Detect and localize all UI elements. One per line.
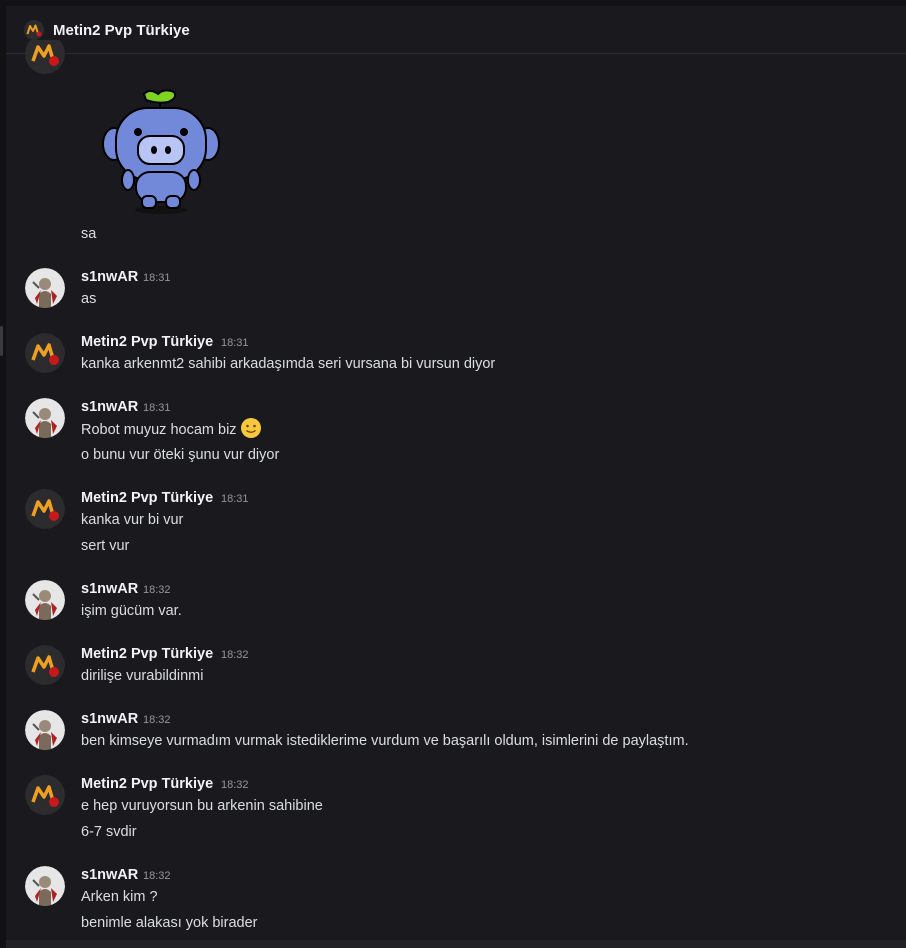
message-timestamp[interactable]: 18:32: [143, 714, 171, 726]
message-text: ben kimseye vurmadım vurmak istediklerim…: [81, 733, 689, 749]
metin2-logo-icon: [25, 645, 65, 685]
avatar[interactable]: [25, 489, 65, 529]
message-author[interactable]: Metin2 Pvp Türkiye: [81, 776, 213, 792]
avatar[interactable]: [25, 268, 65, 308]
message-timestamp[interactable]: 18:32: [221, 779, 249, 791]
message-timestamp[interactable]: 18:31: [221, 493, 249, 505]
message-text: e hep vuruyorsun bu arkenin sahibine: [81, 798, 323, 814]
message-text: as: [81, 291, 96, 307]
scrollbar-thumb[interactable]: [0, 326, 3, 356]
metin2-logo-icon: [25, 489, 65, 529]
message-text-content: işim gücüm var.: [81, 603, 182, 619]
avatar[interactable]: [25, 710, 65, 750]
message-text: Arken kim ?: [81, 889, 158, 905]
metin2-logo-icon: [25, 775, 65, 815]
message-text-content: kanka vur bi vur: [81, 512, 184, 528]
metin2-logo-icon: [25, 40, 65, 74]
message-author[interactable]: Metin2 Pvp Türkiye: [81, 646, 213, 662]
wumpus-icon: [102, 89, 220, 214]
message-text: işim gücüm var.: [81, 603, 182, 619]
message-text: Robot muyuz hocam biz: [81, 418, 262, 439]
message-text: o bunu vur öteki şunu vur diyor: [81, 447, 279, 463]
message-text-content: o bunu vur öteki şunu vur diyor: [81, 447, 280, 463]
message-text: 6-7 svdir: [81, 824, 137, 840]
message-text: kanka vur bi vur: [81, 512, 183, 528]
warrior-avatar-icon: [25, 268, 65, 308]
message-author[interactable]: Metin2 Pvp Türkiye: [81, 334, 213, 350]
message-author[interactable]: s1nwAR: [81, 711, 138, 727]
warrior-avatar-icon: [25, 710, 65, 750]
message-text-content: kanka arkenmt2 sahibi arkadaşımda seri v…: [81, 356, 496, 372]
message-text-content: 6-7 svdir: [81, 824, 137, 840]
avatar[interactable]: [25, 398, 65, 438]
wumpus-sticker[interactable]: [98, 86, 224, 216]
message-author[interactable]: s1nwAR: [81, 581, 138, 597]
avatar[interactable]: [25, 40, 65, 74]
metin2-logo-icon: [25, 333, 65, 373]
message-text-content: Arken kim ?: [81, 889, 158, 905]
channel-title: Metin2 Pvp Türkiye: [53, 22, 190, 39]
message-text-content: ben kimseye vurmadım vurmak istediklerim…: [81, 733, 689, 749]
avatar[interactable]: [25, 775, 65, 815]
message-text-content: benimle alakası yok birader: [81, 915, 258, 931]
message-text-content: Robot muyuz hocam biz: [81, 421, 237, 438]
message-timestamp[interactable]: 18:31: [143, 272, 171, 284]
message-timestamp[interactable]: 18:32: [221, 649, 249, 661]
message-timestamp[interactable]: 18:31: [143, 402, 171, 414]
message-text: kanka arkenmt2 sahibi arkadaşımda seri v…: [81, 356, 495, 372]
warrior-avatar-icon: [25, 580, 65, 620]
message-text-content: dirilişe vurabildinmi: [81, 668, 204, 684]
message-timestamp[interactable]: 18:32: [143, 870, 171, 882]
server-list-edge: [0, 6, 6, 948]
message-timestamp[interactable]: 18:32: [143, 584, 171, 596]
message-author[interactable]: Metin2 Pvp Türkiye: [81, 490, 213, 506]
avatar[interactable]: [25, 333, 65, 373]
message-input-bar[interactable]: [6, 940, 906, 948]
message-text-content: as: [81, 291, 97, 307]
channel-header: Metin2 Pvp Türkiye: [6, 6, 906, 54]
channel-avatar[interactable]: [24, 20, 44, 40]
message-text: benimle alakası yok birader: [81, 915, 258, 931]
slightly-smiling-face-emoji: [240, 418, 261, 438]
message-author[interactable]: s1nwAR: [81, 867, 138, 883]
avatar[interactable]: [25, 580, 65, 620]
warrior-avatar-icon: [25, 866, 65, 906]
message-text-content: e hep vuruyorsun bu arkenin sahibine: [81, 798, 323, 814]
message-text-content: sert vur: [81, 538, 130, 554]
avatar[interactable]: [25, 866, 65, 906]
avatar[interactable]: [25, 645, 65, 685]
message-timestamp[interactable]: 18:31: [221, 337, 249, 349]
message-text: sert vur: [81, 538, 129, 554]
message-author[interactable]: s1nwAR: [81, 269, 138, 285]
message-author[interactable]: s1nwAR: [81, 399, 138, 415]
metin2-logo-icon: [24, 20, 44, 40]
message-text: dirilişe vurabildinmi: [81, 668, 204, 684]
message-text: sa: [81, 226, 97, 242]
warrior-avatar-icon: [25, 398, 65, 438]
